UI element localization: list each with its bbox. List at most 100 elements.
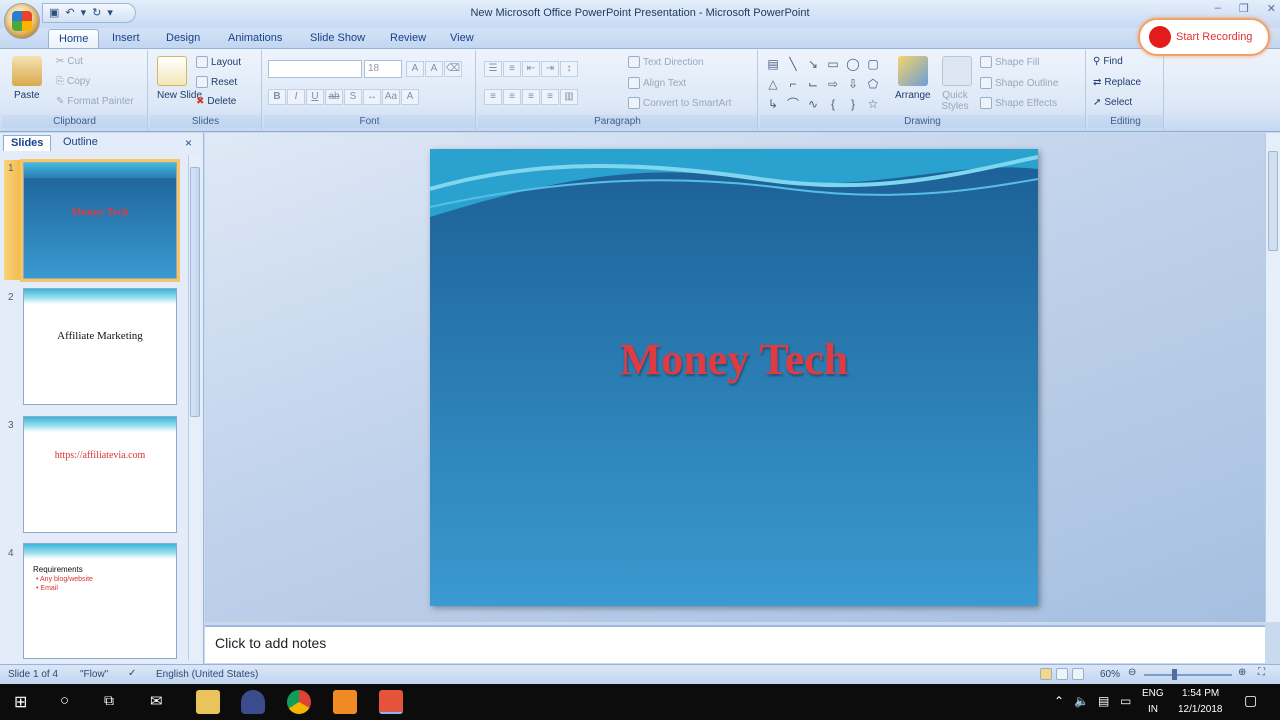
bracket-shape-icon[interactable]: } [844, 95, 862, 113]
tab-insert[interactable]: Insert [102, 29, 150, 48]
cut-button[interactable]: ✂ Cut [56, 56, 83, 67]
shape-outline-button[interactable]: Shape Outline [980, 77, 1058, 89]
select-button[interactable]: ➚ Select [1093, 97, 1132, 108]
zoom-out-icon[interactable]: ⊖ [1128, 667, 1136, 678]
slide-thumbnail-3[interactable]: https://affiliatevia.com [23, 416, 177, 533]
strikethrough-icon[interactable]: ab [325, 89, 343, 105]
clock-time[interactable]: 1:54 PM [1182, 688, 1219, 699]
justify-icon[interactable]: ≡ [541, 89, 559, 105]
cortana-icon[interactable]: ○ [60, 692, 69, 709]
curve-shape-icon[interactable]: ⌒ [784, 95, 802, 113]
char-spacing-icon[interactable]: ↔ [363, 89, 381, 105]
shapes-gallery[interactable]: ▤ ╲ ↘ ▭ ◯ ▢ △ ⌐ ⌙ ⇨ ⇩ ⬠ ↳ ⌒ ∿{} ☆ [764, 55, 889, 113]
triangle-shape-icon[interactable]: △ [764, 75, 782, 93]
office-button[interactable] [4, 3, 40, 39]
text-direction-button[interactable]: Text Direction [628, 56, 704, 68]
connector-shape-icon[interactable]: ⌐ [784, 75, 802, 93]
align-left-icon[interactable]: ≡ [484, 89, 502, 105]
oval-shape-icon[interactable]: ◯ [844, 55, 862, 73]
line-spacing-icon[interactable]: ↕ [560, 61, 578, 77]
shadow-icon[interactable]: S [344, 89, 362, 105]
rounded-rect-shape-icon[interactable]: ▢ [864, 55, 882, 73]
increase-indent-icon[interactable]: ⇥ [541, 61, 559, 77]
zoom-in-icon[interactable]: ⊕ [1238, 667, 1246, 678]
columns-icon[interactable]: ▥ [560, 89, 578, 105]
mail-icon[interactable]: ✉ [150, 692, 163, 710]
star-shape-icon[interactable]: ☆ [864, 95, 882, 113]
notifications-icon[interactable]: ▢ [1244, 692, 1257, 709]
network-icon[interactable]: ▤ [1098, 694, 1109, 708]
close-icon[interactable]: × [185, 136, 192, 150]
change-case-icon[interactable]: Aa [382, 89, 400, 105]
battery-icon[interactable]: ▭ [1120, 694, 1131, 708]
tab-animations[interactable]: Animations [218, 29, 292, 48]
slide-thumbnail-1[interactable]: Money Tech [20, 159, 180, 282]
arrange-button[interactable]: Arrange [895, 90, 931, 101]
minimize-icon[interactable]: – [1215, 2, 1221, 15]
language-indicator[interactable]: English (United States) [156, 669, 258, 680]
clear-format-icon[interactable]: ⌫ [444, 61, 462, 77]
delete-button[interactable]: ✖ Delete [196, 96, 236, 107]
main-slide[interactable]: Money Tech [430, 149, 1038, 606]
quick-styles-icon[interactable] [942, 56, 972, 86]
tab-outline[interactable]: Outline [56, 135, 105, 151]
normal-view-icon[interactable] [1040, 668, 1052, 680]
bullets-icon[interactable]: ☰ [484, 61, 502, 77]
copy-button[interactable]: ⎘ Copy [56, 76, 90, 87]
task-view-icon[interactable]: ⧉ [104, 692, 114, 709]
close-icon[interactable]: ✕ [1267, 2, 1276, 15]
align-text-button[interactable]: Align Text [628, 77, 686, 89]
vertical-scrollbar[interactable] [1265, 133, 1280, 622]
underline-icon[interactable]: U [306, 89, 324, 105]
shield-app-icon[interactable] [241, 690, 265, 714]
volume-icon[interactable]: 🔈 [1074, 694, 1089, 708]
tray-chevron-icon[interactable]: ⌃ [1054, 694, 1064, 708]
zoom-slider-thumb[interactable] [1172, 669, 1177, 680]
tab-home[interactable]: Home [48, 29, 100, 48]
powerpoint-icon[interactable] [379, 690, 403, 714]
zoom-level[interactable]: 60% [1100, 669, 1120, 680]
curved-arrow-shape-icon[interactable]: ↳ [764, 95, 782, 113]
decrease-indent-icon[interactable]: ⇤ [522, 61, 540, 77]
shape-effects-button[interactable]: Shape Effects [980, 97, 1057, 109]
bold-icon[interactable]: B [268, 89, 286, 105]
spelling-icon[interactable]: ✓ [128, 668, 136, 679]
slide-thumbnail-2[interactable]: Affiliate Marketing [23, 288, 177, 405]
notes-pane[interactable]: Click to add notes [205, 625, 1265, 663]
clock-date[interactable]: 12/1/2018 [1178, 704, 1223, 715]
slideshow-view-icon[interactable] [1072, 668, 1084, 680]
freeform-shape-icon[interactable]: ∿ [804, 95, 822, 113]
arrange-icon[interactable] [898, 56, 928, 86]
italic-icon[interactable]: I [287, 89, 305, 105]
align-center-icon[interactable]: ≡ [503, 89, 521, 105]
paste-icon[interactable] [12, 56, 42, 86]
slide-sorter-icon[interactable] [1056, 668, 1068, 680]
pentagon-shape-icon[interactable]: ⬠ [864, 75, 882, 93]
recorder-app-icon[interactable] [333, 690, 357, 714]
grow-font-icon[interactable]: A [406, 61, 424, 77]
reset-button[interactable]: Reset [196, 76, 237, 88]
input-language[interactable]: ENG [1142, 688, 1164, 699]
rectangle-shape-icon[interactable]: ▭ [824, 55, 842, 73]
brace-shape-icon[interactable]: { [824, 95, 842, 113]
start-recording-button[interactable]: Start Recording [1138, 18, 1270, 56]
tab-slide-show[interactable]: Slide Show [300, 29, 375, 48]
quick-styles-button[interactable]: Quick Styles [938, 90, 972, 112]
elbow-shape-icon[interactable]: ⌙ [804, 75, 822, 93]
shape-fill-button[interactable]: Shape Fill [980, 56, 1039, 68]
tab-slides[interactable]: Slides [3, 135, 52, 151]
shrink-font-icon[interactable]: A [425, 61, 443, 77]
line-shape-icon[interactable]: ╲ [784, 55, 802, 73]
tab-design[interactable]: Design [156, 29, 210, 48]
convert-smartart-button[interactable]: Convert to SmartArt [628, 97, 731, 109]
layout-button[interactable]: Layout [196, 56, 241, 68]
windows-start-icon[interactable]: ⊞ [14, 692, 27, 712]
zoom-slider[interactable] [1144, 674, 1232, 676]
arrow-line-shape-icon[interactable]: ↘ [804, 55, 822, 73]
down-arrow-shape-icon[interactable]: ⇩ [844, 75, 862, 93]
find-button[interactable]: ⚲ Find [1093, 56, 1123, 67]
format-painter-button[interactable]: ✎ Format Painter [56, 96, 134, 107]
tab-review[interactable]: Review [380, 29, 436, 48]
restore-icon[interactable]: ❐ [1239, 2, 1249, 15]
font-name-field[interactable] [268, 60, 362, 78]
